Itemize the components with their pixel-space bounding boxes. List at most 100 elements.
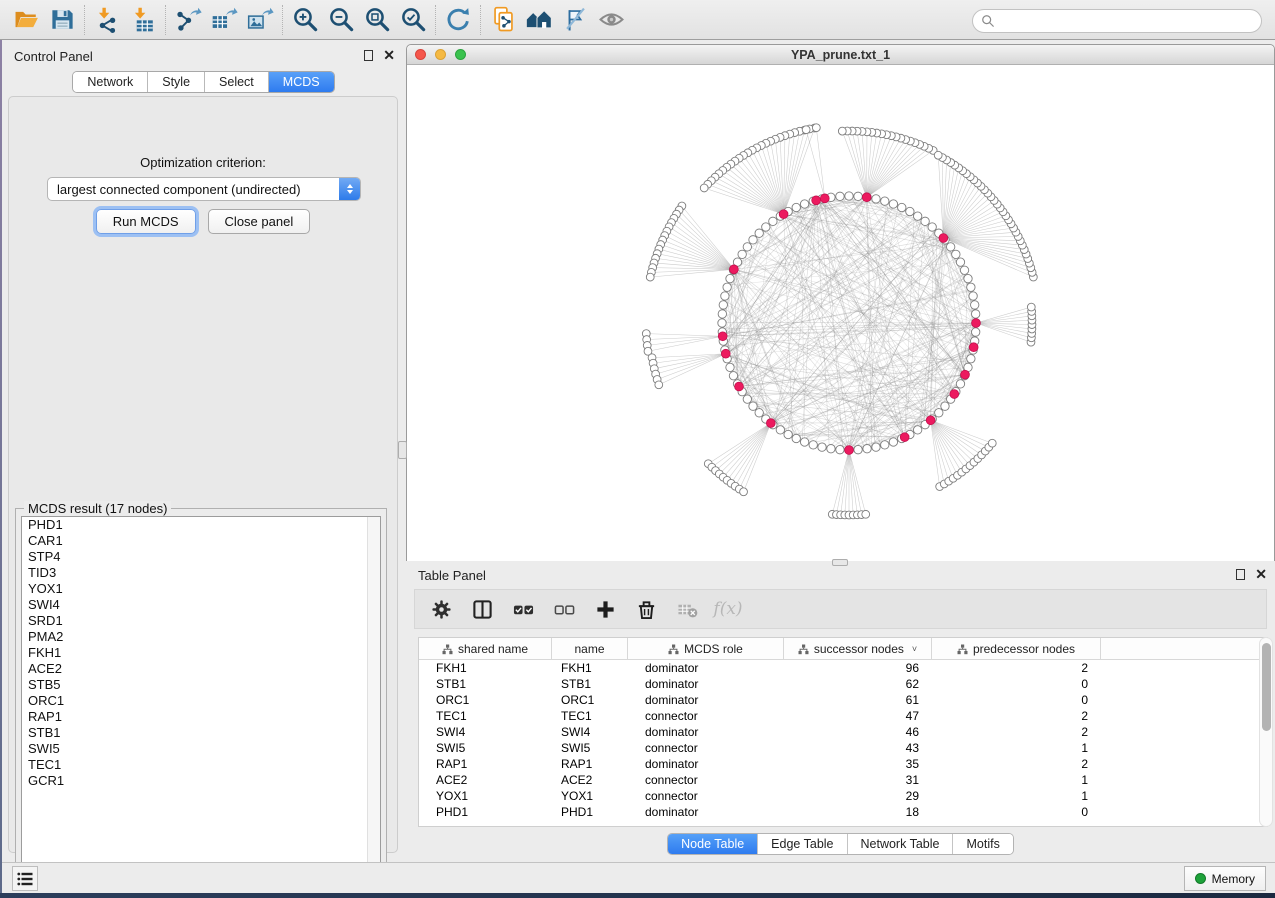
cell-MCDS-role[interactable]: connector — [628, 740, 784, 756]
cell-name[interactable]: SWI4 — [552, 724, 628, 740]
cell-successor-nodes[interactable]: 96 — [784, 660, 932, 676]
task-history-button[interactable] — [12, 866, 38, 891]
table-row[interactable]: YOX1YOX1connector291 — [419, 788, 1267, 804]
memory-button[interactable]: Memory — [1184, 866, 1266, 891]
run-mcds-button[interactable]: Run MCDS — [96, 209, 196, 234]
table-row[interactable]: RAP1RAP1dominator352 — [419, 756, 1267, 772]
result-item[interactable]: SWI5 — [22, 741, 380, 757]
search-box[interactable] — [972, 9, 1262, 33]
tab-mcds[interactable]: MCDS — [269, 72, 334, 92]
select-all-button[interactable] — [511, 597, 535, 621]
add-row-button[interactable] — [593, 597, 617, 621]
tab-node-table[interactable]: Node Table — [668, 834, 758, 854]
cell-shared-name[interactable]: STB1 — [419, 676, 552, 692]
cell-MCDS-role[interactable]: dominator — [628, 676, 784, 692]
result-list-scrollbar[interactable] — [367, 517, 380, 871]
table-row[interactable]: FKH1FKH1dominator962 — [419, 660, 1267, 676]
style-flag-button[interactable] — [557, 3, 593, 37]
cell-successor-nodes[interactable]: 35 — [784, 756, 932, 772]
columns-button[interactable] — [470, 597, 494, 621]
cell-predecessor-nodes[interactable]: 1 — [932, 788, 1101, 804]
column-header-successor-nodes[interactable]: successor nodes˅ — [784, 638, 932, 660]
close-panel-icon[interactable]: ✕ — [383, 50, 395, 61]
tab-motifs[interactable]: Motifs — [953, 834, 1012, 854]
save-button[interactable] — [44, 3, 80, 37]
cell-MCDS-role[interactable]: dominator — [628, 724, 784, 740]
cell-successor-nodes[interactable]: 47 — [784, 708, 932, 724]
cell-name[interactable]: YOX1 — [552, 788, 628, 804]
tab-edge-table[interactable]: Edge Table — [758, 834, 847, 854]
export-network-button[interactable] — [170, 3, 206, 37]
cell-predecessor-nodes[interactable]: 1 — [932, 772, 1101, 788]
result-item[interactable]: TID3 — [22, 565, 380, 581]
horizontal-splitter-handle[interactable] — [832, 559, 848, 566]
cell-shared-name[interactable]: TEC1 — [419, 708, 552, 724]
cell-shared-name[interactable]: SWI4 — [419, 724, 552, 740]
vertical-splitter-handle[interactable] — [398, 441, 407, 459]
tab-style[interactable]: Style — [148, 72, 205, 92]
cell-name[interactable]: STB1 — [552, 676, 628, 692]
cell-MCDS-role[interactable]: dominator — [628, 756, 784, 772]
table-row[interactable]: TEC1TEC1connector472 — [419, 708, 1267, 724]
cell-MCDS-role[interactable]: connector — [628, 708, 784, 724]
cell-shared-name[interactable]: ACE2 — [419, 772, 552, 788]
import-network-button[interactable] — [89, 3, 125, 37]
cell-successor-nodes[interactable]: 18 — [784, 804, 932, 820]
cell-successor-nodes[interactable]: 29 — [784, 788, 932, 804]
table-row[interactable]: SWI4SWI4dominator462 — [419, 724, 1267, 740]
settings-button[interactable] — [429, 597, 453, 621]
cell-shared-name[interactable]: PHD1 — [419, 804, 552, 820]
result-item[interactable]: YOX1 — [22, 581, 380, 597]
result-item[interactable]: SRD1 — [22, 613, 380, 629]
cell-successor-nodes[interactable]: 43 — [784, 740, 932, 756]
cell-successor-nodes[interactable]: 61 — [784, 692, 932, 708]
result-item[interactable]: GCR1 — [22, 773, 380, 789]
result-item[interactable]: FKH1 — [22, 645, 380, 661]
export-image-button[interactable] — [242, 3, 278, 37]
eye-button[interactable] — [593, 3, 629, 37]
column-header-shared-name[interactable]: shared name — [419, 638, 552, 660]
cell-predecessor-nodes[interactable]: 1 — [932, 740, 1101, 756]
cell-predecessor-nodes[interactable]: 0 — [932, 676, 1101, 692]
float-table-panel-icon[interactable] — [1236, 569, 1245, 580]
deselect-all-button[interactable] — [552, 597, 576, 621]
cell-MCDS-role[interactable]: dominator — [628, 804, 784, 820]
table-row[interactable]: SWI5SWI5connector431 — [419, 740, 1267, 756]
cell-shared-name[interactable]: FKH1 — [419, 660, 552, 676]
column-header-name[interactable]: name — [552, 638, 628, 660]
result-item[interactable]: ORC1 — [22, 693, 380, 709]
tab-network-table[interactable]: Network Table — [848, 834, 954, 854]
table-scrollbar[interactable] — [1259, 637, 1273, 827]
result-item[interactable]: STB1 — [22, 725, 380, 741]
cell-shared-name[interactable]: RAP1 — [419, 756, 552, 772]
cell-shared-name[interactable]: YOX1 — [419, 788, 552, 804]
network-canvas[interactable] — [407, 65, 1274, 561]
mcds-result-list[interactable]: PHD1CAR1STP4TID3YOX1SWI4SRD1PMA2FKH1ACE2… — [21, 516, 381, 872]
tab-network[interactable]: Network — [73, 72, 148, 92]
network-document-button[interactable] — [485, 3, 521, 37]
export-table-button[interactable] — [206, 3, 242, 37]
home-network-button[interactable] — [521, 3, 557, 37]
cell-name[interactable]: RAP1 — [552, 756, 628, 772]
result-item[interactable]: PHD1 — [22, 517, 380, 533]
search-input[interactable] — [995, 11, 1261, 31]
result-item[interactable]: SWI4 — [22, 597, 380, 613]
cell-successor-nodes[interactable]: 62 — [784, 676, 932, 692]
cell-MCDS-role[interactable]: dominator — [628, 692, 784, 708]
cell-predecessor-nodes[interactable]: 0 — [932, 692, 1101, 708]
cell-name[interactable]: ORC1 — [552, 692, 628, 708]
cell-MCDS-role[interactable]: connector — [628, 772, 784, 788]
network-window-titlebar[interactable]: YPA_prune.txt_1 — [407, 45, 1274, 65]
column-header-MCDS-role[interactable]: MCDS role — [628, 638, 784, 660]
tab-select[interactable]: Select — [205, 72, 269, 92]
table-row[interactable]: ORC1ORC1dominator610 — [419, 692, 1267, 708]
result-item[interactable]: STP4 — [22, 549, 380, 565]
cell-shared-name[interactable]: ORC1 — [419, 692, 552, 708]
result-item[interactable]: RAP1 — [22, 709, 380, 725]
cell-successor-nodes[interactable]: 31 — [784, 772, 932, 788]
table-row[interactable]: STB1STB1dominator620 — [419, 676, 1267, 692]
result-item[interactable]: STB5 — [22, 677, 380, 693]
cell-name[interactable]: PHD1 — [552, 804, 628, 820]
cell-name[interactable]: ACE2 — [552, 772, 628, 788]
result-item[interactable]: ACE2 — [22, 661, 380, 677]
